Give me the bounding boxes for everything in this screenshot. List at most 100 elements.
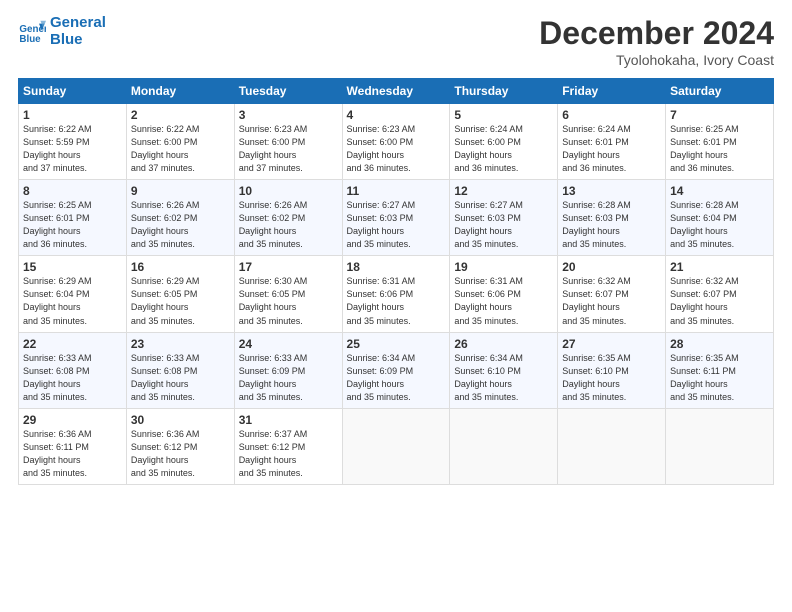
day-number: 25 bbox=[347, 337, 446, 351]
day-number: 20 bbox=[562, 260, 661, 274]
calendar-cell: 15Sunrise: 6:29 AMSunset: 6:04 PMDayligh… bbox=[19, 256, 127, 332]
day-info: Sunrise: 6:27 AMSunset: 6:03 PMDaylight … bbox=[347, 199, 446, 251]
calendar-week-1: 1Sunrise: 6:22 AMSunset: 5:59 PMDaylight… bbox=[19, 104, 774, 180]
day-info: Sunrise: 6:32 AMSunset: 6:07 PMDaylight … bbox=[562, 275, 661, 327]
calendar-cell: 27Sunrise: 6:35 AMSunset: 6:10 PMDayligh… bbox=[558, 332, 666, 408]
calendar-cell bbox=[558, 408, 666, 484]
day-header-thursday: Thursday bbox=[450, 79, 558, 104]
day-info: Sunrise: 6:34 AMSunset: 6:09 PMDaylight … bbox=[347, 352, 446, 404]
logo: General Blue General Blue bbox=[18, 15, 106, 48]
calendar-week-2: 8Sunrise: 6:25 AMSunset: 6:01 PMDaylight… bbox=[19, 180, 774, 256]
day-number: 3 bbox=[239, 108, 338, 122]
svg-text:Blue: Blue bbox=[19, 33, 41, 44]
day-number: 2 bbox=[131, 108, 230, 122]
calendar-cell bbox=[666, 408, 774, 484]
calendar-cell bbox=[342, 408, 450, 484]
day-header-friday: Friday bbox=[558, 79, 666, 104]
day-info: Sunrise: 6:31 AMSunset: 6:06 PMDaylight … bbox=[454, 275, 553, 327]
day-number: 29 bbox=[23, 413, 122, 427]
calendar-cell: 17Sunrise: 6:30 AMSunset: 6:05 PMDayligh… bbox=[234, 256, 342, 332]
logo-line1: General bbox=[50, 15, 106, 32]
day-number: 13 bbox=[562, 184, 661, 198]
day-info: Sunrise: 6:26 AMSunset: 6:02 PMDaylight … bbox=[239, 199, 338, 251]
day-header-wednesday: Wednesday bbox=[342, 79, 450, 104]
calendar-cell: 26Sunrise: 6:34 AMSunset: 6:10 PMDayligh… bbox=[450, 332, 558, 408]
day-info: Sunrise: 6:23 AMSunset: 6:00 PMDaylight … bbox=[347, 123, 446, 175]
day-number: 17 bbox=[239, 260, 338, 274]
day-info: Sunrise: 6:35 AMSunset: 6:10 PMDaylight … bbox=[562, 352, 661, 404]
calendar-cell: 20Sunrise: 6:32 AMSunset: 6:07 PMDayligh… bbox=[558, 256, 666, 332]
day-info: Sunrise: 6:25 AMSunset: 6:01 PMDaylight … bbox=[23, 199, 122, 251]
day-number: 15 bbox=[23, 260, 122, 274]
day-number: 10 bbox=[239, 184, 338, 198]
calendar-cell: 7Sunrise: 6:25 AMSunset: 6:01 PMDaylight… bbox=[666, 104, 774, 180]
day-info: Sunrise: 6:30 AMSunset: 6:05 PMDaylight … bbox=[239, 275, 338, 327]
day-number: 30 bbox=[131, 413, 230, 427]
calendar-cell: 25Sunrise: 6:34 AMSunset: 6:09 PMDayligh… bbox=[342, 332, 450, 408]
day-number: 12 bbox=[454, 184, 553, 198]
calendar-cell: 22Sunrise: 6:33 AMSunset: 6:08 PMDayligh… bbox=[19, 332, 127, 408]
calendar-cell: 9Sunrise: 6:26 AMSunset: 6:02 PMDaylight… bbox=[126, 180, 234, 256]
calendar-cell: 29Sunrise: 6:36 AMSunset: 6:11 PMDayligh… bbox=[19, 408, 127, 484]
calendar-cell: 16Sunrise: 6:29 AMSunset: 6:05 PMDayligh… bbox=[126, 256, 234, 332]
calendar-cell: 18Sunrise: 6:31 AMSunset: 6:06 PMDayligh… bbox=[342, 256, 450, 332]
logo-icon: General Blue bbox=[18, 18, 46, 46]
day-number: 9 bbox=[131, 184, 230, 198]
day-info: Sunrise: 6:29 AMSunset: 6:04 PMDaylight … bbox=[23, 275, 122, 327]
day-info: Sunrise: 6:33 AMSunset: 6:09 PMDaylight … bbox=[239, 352, 338, 404]
calendar-cell: 6Sunrise: 6:24 AMSunset: 6:01 PMDaylight… bbox=[558, 104, 666, 180]
day-number: 28 bbox=[670, 337, 769, 351]
calendar-cell: 4Sunrise: 6:23 AMSunset: 6:00 PMDaylight… bbox=[342, 104, 450, 180]
calendar-cell: 28Sunrise: 6:35 AMSunset: 6:11 PMDayligh… bbox=[666, 332, 774, 408]
day-info: Sunrise: 6:23 AMSunset: 6:00 PMDaylight … bbox=[239, 123, 338, 175]
day-info: Sunrise: 6:28 AMSunset: 6:03 PMDaylight … bbox=[562, 199, 661, 251]
day-info: Sunrise: 6:24 AMSunset: 6:00 PMDaylight … bbox=[454, 123, 553, 175]
calendar-cell: 1Sunrise: 6:22 AMSunset: 5:59 PMDaylight… bbox=[19, 104, 127, 180]
calendar-header-row: SundayMondayTuesdayWednesdayThursdayFrid… bbox=[19, 79, 774, 104]
day-number: 23 bbox=[131, 337, 230, 351]
day-info: Sunrise: 6:34 AMSunset: 6:10 PMDaylight … bbox=[454, 352, 553, 404]
month-title: December 2024 bbox=[539, 15, 774, 52]
calendar-cell: 14Sunrise: 6:28 AMSunset: 6:04 PMDayligh… bbox=[666, 180, 774, 256]
day-number: 4 bbox=[347, 108, 446, 122]
logo-line2: Blue bbox=[50, 32, 106, 49]
day-info: Sunrise: 6:27 AMSunset: 6:03 PMDaylight … bbox=[454, 199, 553, 251]
calendar-cell: 2Sunrise: 6:22 AMSunset: 6:00 PMDaylight… bbox=[126, 104, 234, 180]
day-info: Sunrise: 6:26 AMSunset: 6:02 PMDaylight … bbox=[131, 199, 230, 251]
calendar-week-5: 29Sunrise: 6:36 AMSunset: 6:11 PMDayligh… bbox=[19, 408, 774, 484]
day-number: 27 bbox=[562, 337, 661, 351]
calendar-cell: 19Sunrise: 6:31 AMSunset: 6:06 PMDayligh… bbox=[450, 256, 558, 332]
calendar-cell: 21Sunrise: 6:32 AMSunset: 6:07 PMDayligh… bbox=[666, 256, 774, 332]
calendar-cell: 23Sunrise: 6:33 AMSunset: 6:08 PMDayligh… bbox=[126, 332, 234, 408]
day-info: Sunrise: 6:36 AMSunset: 6:12 PMDaylight … bbox=[131, 428, 230, 480]
calendar-cell: 24Sunrise: 6:33 AMSunset: 6:09 PMDayligh… bbox=[234, 332, 342, 408]
day-info: Sunrise: 6:28 AMSunset: 6:04 PMDaylight … bbox=[670, 199, 769, 251]
day-number: 21 bbox=[670, 260, 769, 274]
day-number: 24 bbox=[239, 337, 338, 351]
day-number: 6 bbox=[562, 108, 661, 122]
calendar-cell bbox=[450, 408, 558, 484]
day-number: 18 bbox=[347, 260, 446, 274]
calendar-cell: 31Sunrise: 6:37 AMSunset: 6:12 PMDayligh… bbox=[234, 408, 342, 484]
calendar-cell: 3Sunrise: 6:23 AMSunset: 6:00 PMDaylight… bbox=[234, 104, 342, 180]
day-info: Sunrise: 6:33 AMSunset: 6:08 PMDaylight … bbox=[131, 352, 230, 404]
day-info: Sunrise: 6:22 AMSunset: 6:00 PMDaylight … bbox=[131, 123, 230, 175]
calendar-cell: 12Sunrise: 6:27 AMSunset: 6:03 PMDayligh… bbox=[450, 180, 558, 256]
title-block: December 2024 Tyolohokaha, Ivory Coast bbox=[539, 15, 774, 68]
day-info: Sunrise: 6:29 AMSunset: 6:05 PMDaylight … bbox=[131, 275, 230, 327]
page: General Blue General Blue December 2024 … bbox=[0, 0, 792, 612]
day-number: 7 bbox=[670, 108, 769, 122]
day-number: 14 bbox=[670, 184, 769, 198]
day-number: 22 bbox=[23, 337, 122, 351]
day-number: 26 bbox=[454, 337, 553, 351]
day-info: Sunrise: 6:31 AMSunset: 6:06 PMDaylight … bbox=[347, 275, 446, 327]
day-info: Sunrise: 6:22 AMSunset: 5:59 PMDaylight … bbox=[23, 123, 122, 175]
calendar-table: SundayMondayTuesdayWednesdayThursdayFrid… bbox=[18, 78, 774, 485]
calendar-week-4: 22 Sunrise: 6:33 AMSunset: 6:08 PMDayligh… bbox=[19, 332, 774, 408]
calendar-cell: 8Sunrise: 6:25 AMSunset: 6:01 PMDaylight… bbox=[19, 180, 127, 256]
day-number: 11 bbox=[347, 184, 446, 198]
day-info: Sunrise: 6:24 AMSunset: 6:01 PMDaylight … bbox=[562, 123, 661, 175]
day-header-monday: Monday bbox=[126, 79, 234, 104]
calendar-cell: 5Sunrise: 6:24 AMSunset: 6:00 PMDaylight… bbox=[450, 104, 558, 180]
day-info: Sunrise: 6:35 AMSunset: 6:11 PMDaylight … bbox=[670, 352, 769, 404]
